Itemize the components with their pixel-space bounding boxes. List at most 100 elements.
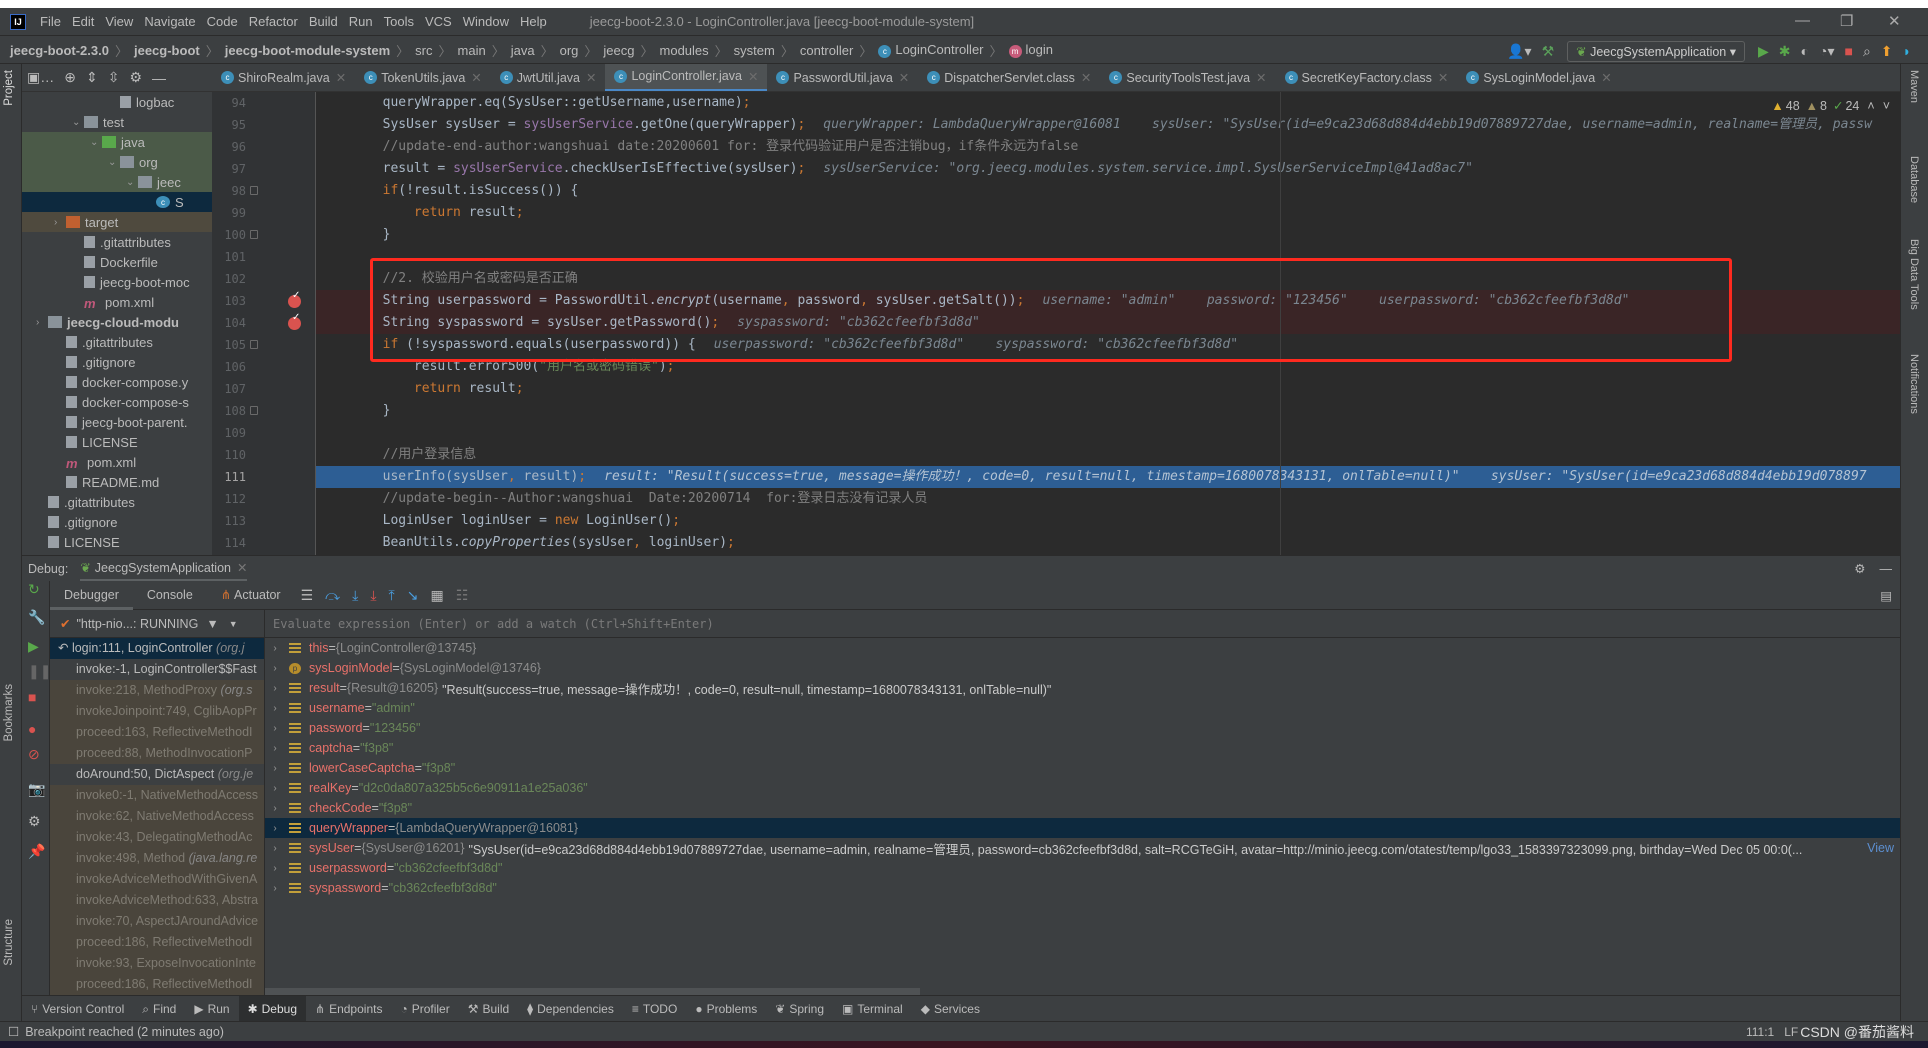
variable-row[interactable]: › checkCode = "f3p8" xyxy=(265,798,1900,818)
breadcrumb-item[interactable]: java xyxy=(511,43,535,58)
line-separator[interactable]: LF xyxy=(1784,1025,1798,1039)
stop-icon[interactable]: ■ xyxy=(28,689,36,705)
chevron-right-icon[interactable]: › xyxy=(265,683,285,694)
tree-item[interactable]: LICENSE xyxy=(22,432,212,452)
coverage-icon[interactable]: ◐ xyxy=(1801,43,1809,59)
build-hammer-icon[interactable]: ⚒ xyxy=(1542,43,1555,60)
variable-row[interactable]: › queryWrapper = {LambdaQueryWrapper@1608… xyxy=(265,818,1900,838)
hide-icon[interactable]: — xyxy=(152,70,166,86)
tree-item[interactable]: jeecg-boot-parent. xyxy=(22,412,212,432)
minimize-icon[interactable]: — xyxy=(1795,12,1810,29)
chevron-down-icon[interactable]: ⌄ xyxy=(108,157,120,168)
step-out-icon[interactable]: ⤒ xyxy=(389,587,395,604)
chevron-right-icon[interactable]: › xyxy=(265,723,285,734)
camera-icon[interactable]: 📷 xyxy=(28,781,45,798)
step-over-icon[interactable]: ⤼ xyxy=(325,587,340,604)
bookmarks-tool-tab[interactable]: Bookmarks xyxy=(3,684,15,742)
hide-icon[interactable]: — xyxy=(1880,562,1893,576)
chevron-down-icon[interactable]: ▼ xyxy=(229,619,238,629)
stack-frame[interactable]: proceed:186, ReflectiveMethodI xyxy=(50,932,264,953)
expand-all-icon[interactable]: ⇕ xyxy=(86,69,98,86)
tree-item[interactable]: docker-compose.y xyxy=(22,372,212,392)
threads-menu-icon[interactable]: ☰ xyxy=(301,587,314,604)
chevron-down-icon[interactable]: ⌄ xyxy=(72,117,84,128)
tree-item[interactable]: docker-compose-s xyxy=(22,392,212,412)
breakpoint-icon[interactable] xyxy=(288,290,301,308)
rerun-icon[interactable]: ↻ xyxy=(28,581,40,598)
variable-row[interactable]: › password = "123456" xyxy=(265,718,1900,738)
tool-window-dependencies[interactable]: ⧫ Dependencies xyxy=(518,996,623,1022)
locate-icon[interactable]: ⊕ xyxy=(64,69,76,86)
stack-frame[interactable]: ↶ login:111, LoginController (org.j xyxy=(50,638,264,659)
close-tab-icon[interactable]: ✕ xyxy=(899,70,909,85)
fold-marker-icon[interactable] xyxy=(250,406,258,415)
stack-frame[interactable]: invoke:70, AspectJAroundAdvice xyxy=(50,911,264,932)
update-icon[interactable]: ⬆ xyxy=(1881,43,1893,60)
view-link[interactable]: View xyxy=(1867,841,1894,855)
breadcrumb-item[interactable]: src xyxy=(415,43,432,58)
view-breakpoints-icon[interactable]: ● xyxy=(28,721,36,737)
evaluate-expression-input[interactable]: Evaluate expression (Enter) or add a wat… xyxy=(265,610,1900,638)
close-tab-icon[interactable]: ✕ xyxy=(586,70,596,85)
tree-item[interactable]: m pom.xml xyxy=(22,292,212,312)
structure-tool-tab[interactable]: Structure xyxy=(3,919,15,966)
menu-code[interactable]: Code xyxy=(207,14,238,29)
tree-item[interactable]: cS xyxy=(22,192,212,212)
breadcrumb-item[interactable]: controller xyxy=(800,43,853,58)
stack-frame[interactable]: invoke:-1, LoginController$$Fast xyxy=(50,659,264,680)
chevron-right-icon[interactable]: › xyxy=(265,883,285,894)
step-into-icon[interactable]: ⤓ xyxy=(352,587,358,604)
breadcrumb-item[interactable]: modules xyxy=(660,43,709,58)
fold-marker-icon[interactable] xyxy=(250,340,258,349)
notifications-tool-tab[interactable]: Notifications xyxy=(1908,354,1920,414)
menu-run[interactable]: Run xyxy=(349,14,373,29)
menu-vcs[interactable]: VCS xyxy=(425,14,452,29)
stack-frame[interactable]: doAround:50, DictAspect (org.je xyxy=(50,764,264,785)
database-tool-tab[interactable]: Database xyxy=(1908,156,1920,203)
settings-wrench-icon[interactable]: 🔧 xyxy=(28,609,45,626)
chevron-right-icon[interactable]: › xyxy=(265,643,285,654)
breadcrumb-item[interactable]: main xyxy=(458,43,486,58)
force-step-into-icon[interactable]: ⤓ xyxy=(370,587,376,604)
stack-frame[interactable]: invokeAdviceMethodWithGivenA xyxy=(50,869,264,890)
tree-item[interactable]: ⌄ org xyxy=(22,152,212,172)
breadcrumb-item[interactable]: jeecg-boot-2.3.0 xyxy=(10,43,109,58)
menu-refactor[interactable]: Refactor xyxy=(249,14,298,29)
prev-highlight-icon[interactable]: ˄ xyxy=(1867,99,1874,113)
tree-item[interactable]: › target xyxy=(22,212,212,232)
tree-item[interactable]: › jeecg-cloud-modu xyxy=(22,312,212,332)
breadcrumb-item[interactable]: jeecg-boot xyxy=(134,43,200,58)
fold-marker-icon[interactable] xyxy=(250,230,258,239)
menu-window[interactable]: Window xyxy=(463,14,509,29)
stack-frame[interactable]: invoke:43, DelegatingMethodAc xyxy=(50,827,264,848)
debug-bug-icon[interactable]: ✱ xyxy=(1779,43,1791,60)
chevron-right-icon[interactable]: › xyxy=(265,783,285,794)
tab-sysloginmodel-java[interactable]: c SysLoginModel.java ✕ xyxy=(1457,64,1620,91)
breakpoint-icon[interactable] xyxy=(288,312,301,330)
chevron-right-icon[interactable]: › xyxy=(265,843,285,854)
menu-view[interactable]: View xyxy=(105,14,133,29)
close-tab-icon[interactable]: ✕ xyxy=(1438,70,1448,85)
close-tab-icon[interactable]: ✕ xyxy=(1256,70,1266,85)
user-icon[interactable]: 👤▾ xyxy=(1507,43,1531,60)
thread-selector[interactable]: ✔ "http-nio...: RUNNING ▼ ▼ xyxy=(50,610,265,638)
stop-icon[interactable]: ■ xyxy=(1844,43,1852,59)
inspection-widget[interactable]: ▲ 48 ▲ 8 ✓ 24 ˄ ˅ xyxy=(1771,98,1890,114)
tool-window-services[interactable]: ◆ Services xyxy=(912,996,989,1022)
view-mode-icon[interactable]: ▣… xyxy=(27,69,54,86)
chevron-right-icon[interactable]: › xyxy=(265,743,285,754)
tree-item[interactable]: .gitignore xyxy=(22,512,212,532)
stack-frame[interactable]: invokeAdviceMethod:633, Abstra xyxy=(50,890,264,911)
layout-icon[interactable]: ▤ xyxy=(1880,588,1892,603)
tab-shirorealm-java[interactable]: c ShiroRealm.java ✕ xyxy=(212,64,355,91)
tab-dispatcherservlet-class[interactable]: c DispatcherServlet.class ✕ xyxy=(918,64,1100,91)
breadcrumb-item[interactable]: jeecg xyxy=(603,43,634,58)
tool-window-endpoints[interactable]: ⋔ Endpoints xyxy=(306,996,391,1022)
close-tab-icon[interactable]: ✕ xyxy=(237,560,247,575)
stack-frame[interactable]: invoke:93, ExposeInvocationInte xyxy=(50,953,264,974)
tree-item[interactable]: ⌄ jeec xyxy=(22,172,212,192)
variable-row[interactable]: › userpassword = "cb362cfeefbf3d8d" xyxy=(265,858,1900,878)
run-icon[interactable]: ▶ xyxy=(1758,43,1769,60)
search-icon[interactable]: ⌕ xyxy=(1863,43,1871,60)
chevron-down-icon[interactable]: ⌄ xyxy=(90,137,102,148)
